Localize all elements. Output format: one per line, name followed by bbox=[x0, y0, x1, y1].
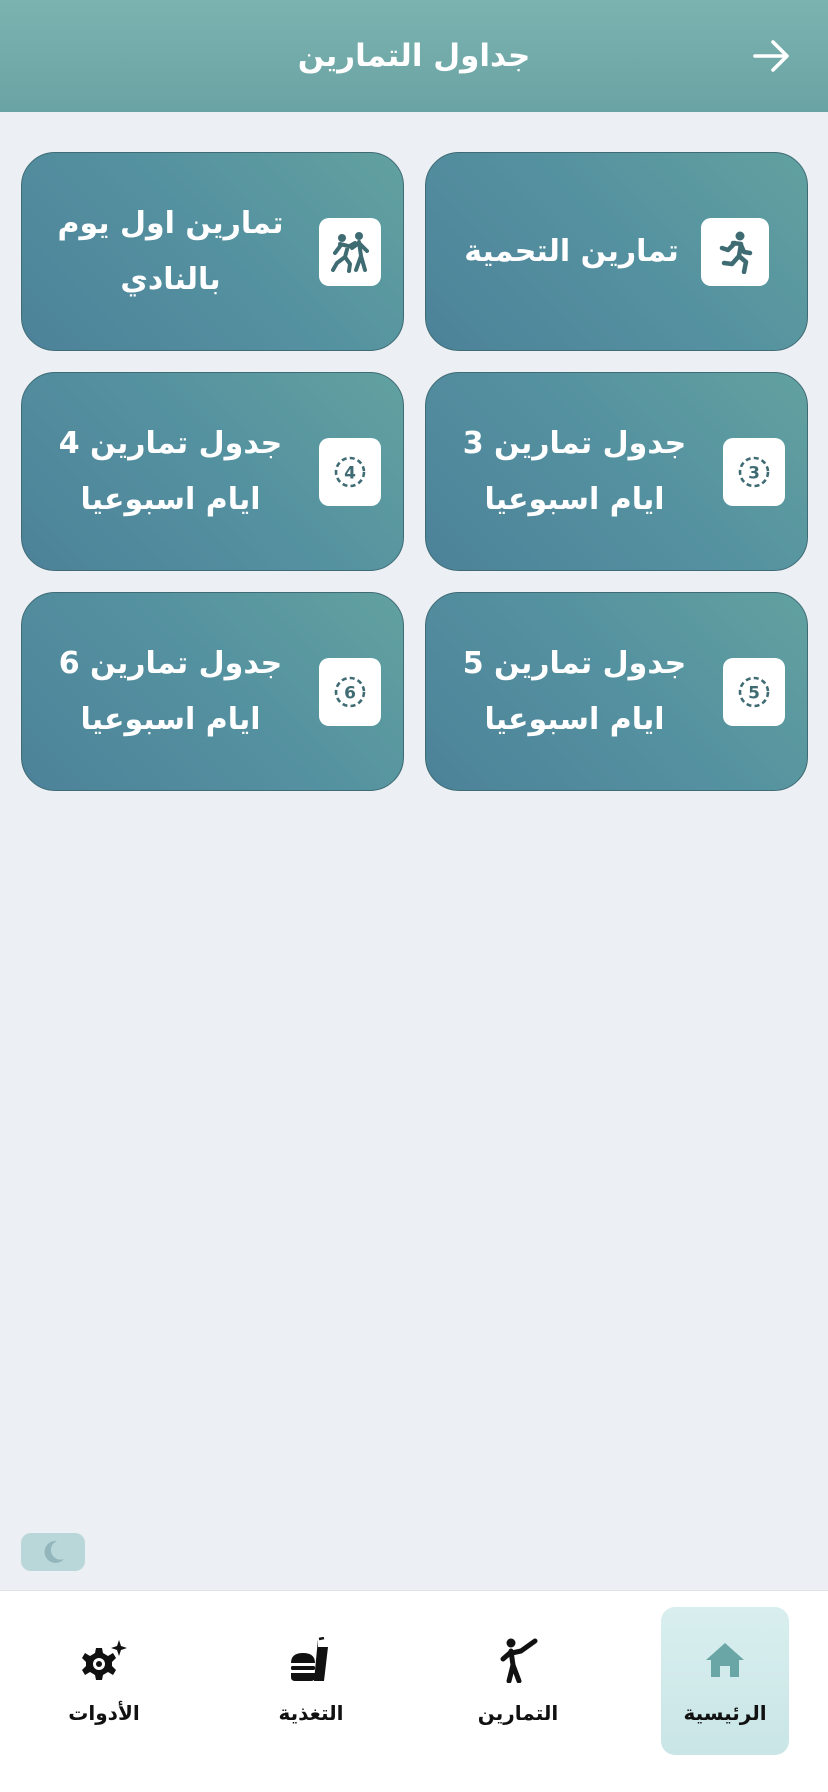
arrow-right-icon bbox=[753, 40, 789, 72]
circled-4-icon: 4 bbox=[319, 437, 381, 506]
svg-text:6: 6 bbox=[344, 683, 356, 703]
circled-5-icon: 5 bbox=[723, 657, 785, 726]
card-first-day-gym[interactable]: تمارين اول يوم بالنادي bbox=[21, 152, 404, 351]
martial-arts-icon bbox=[495, 1637, 541, 1683]
svg-text:4: 4 bbox=[344, 463, 356, 483]
dark-mode-toggle[interactable] bbox=[21, 1533, 85, 1571]
back-button[interactable] bbox=[752, 36, 792, 76]
card-warmup-exercises[interactable]: تمارين التحمية bbox=[425, 152, 808, 351]
workout-tables-grid: تمارين التحمية تمارين اول يوم بالنادي 3 … bbox=[21, 152, 808, 791]
svg-text:5: 5 bbox=[748, 683, 760, 703]
app-header: جداول التمارين bbox=[0, 0, 828, 112]
home-icon bbox=[702, 1637, 748, 1683]
svg-text:3: 3 bbox=[748, 463, 760, 483]
nav-label: الرئيسية bbox=[683, 1701, 767, 1725]
moon-icon bbox=[44, 1540, 64, 1563]
card-label: جدول تمارين 6 ايام اسبوعيا bbox=[58, 645, 283, 737]
gear-sparkle-icon bbox=[81, 1637, 127, 1683]
nav-item-tools[interactable]: الأدوات bbox=[40, 1607, 168, 1755]
card-label: جدول تمارين 5 ايام اسبوعيا bbox=[462, 645, 687, 737]
nav-item-home[interactable]: الرئيسية bbox=[661, 1607, 789, 1755]
card-label: تمارين التحمية bbox=[464, 233, 679, 269]
sparring-icon bbox=[319, 217, 381, 286]
page-title: جداول التمارين bbox=[297, 38, 531, 74]
card-4-days-weekly[interactable]: 4 جدول تمارين 4 ايام اسبوعيا bbox=[21, 372, 404, 571]
circled-3-icon: 3 bbox=[723, 437, 785, 506]
bottom-navigation: الرئيسية التمارين التغذية الأدوات bbox=[0, 1590, 828, 1792]
nav-label: التغذية bbox=[278, 1701, 344, 1725]
card-label: جدول تمارين 4 ايام اسبوعيا bbox=[58, 425, 283, 517]
nav-item-workouts[interactable]: التمارين bbox=[454, 1607, 582, 1755]
nav-label: الأدوات bbox=[68, 1701, 140, 1725]
nav-item-nutrition[interactable]: التغذية bbox=[247, 1607, 375, 1755]
card-5-days-weekly[interactable]: 5 جدول تمارين 5 ايام اسبوعيا bbox=[425, 592, 808, 791]
nav-label: التمارين bbox=[477, 1701, 559, 1725]
running-icon bbox=[700, 217, 769, 286]
card-6-days-weekly[interactable]: 6 جدول تمارين 6 ايام اسبوعيا bbox=[21, 592, 404, 791]
food-icon bbox=[288, 1637, 334, 1683]
card-label: تمارين اول يوم بالنادي bbox=[57, 205, 284, 297]
card-3-days-weekly[interactable]: 3 جدول تمارين 3 ايام اسبوعيا bbox=[425, 372, 808, 571]
card-label: جدول تمارين 3 ايام اسبوعيا bbox=[462, 425, 687, 517]
circled-6-icon: 6 bbox=[319, 657, 381, 726]
